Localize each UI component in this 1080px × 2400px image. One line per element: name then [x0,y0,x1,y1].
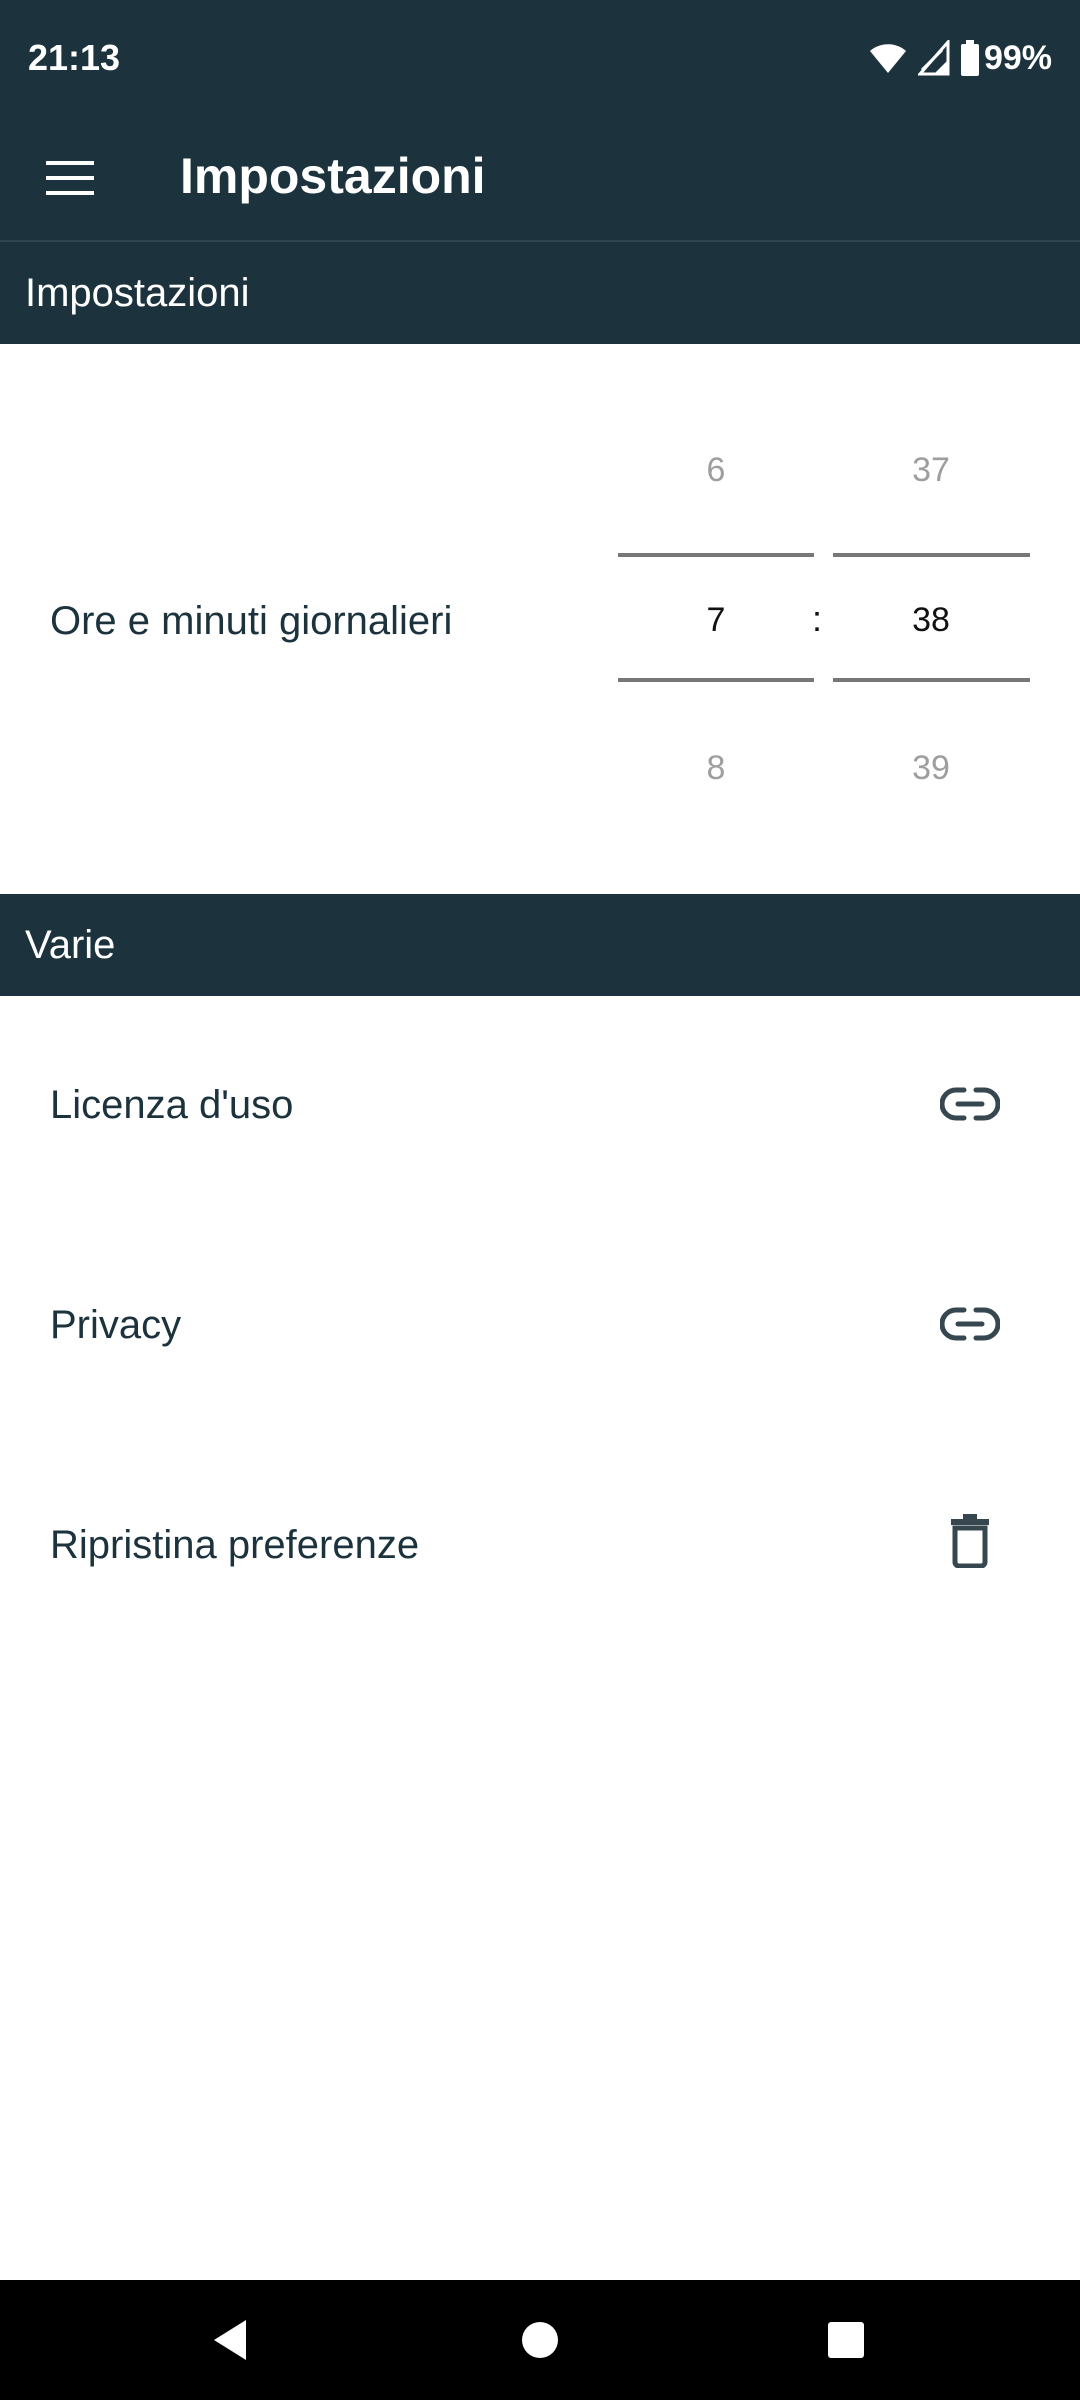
minutes-prev[interactable]: 37 [833,448,1029,492]
home-button[interactable] [510,2310,570,2370]
section-header-label: Impostazioni [25,271,250,315]
license-label: Licenza d'uso [50,1083,294,1127]
app-bar: Impostazioni [0,116,1080,240]
privacy-row[interactable]: Privacy [0,1216,1080,1436]
minutes-selected[interactable]: 38 [833,598,1029,642]
menu-button[interactable] [34,142,106,214]
hamburger-menu-icon [46,161,94,195]
battery-icon [960,40,980,76]
hours-selected[interactable]: 7 [618,598,814,642]
daily-time-label: Ore e minuti giornalieri [50,599,453,643]
battery-percent: 99% [983,38,1052,77]
trash-icon [934,1508,1006,1572]
hours-divider-bottom [618,678,814,682]
status-bar: 21:13 99% [0,0,1080,116]
license-row[interactable]: Licenza d'uso [0,996,1080,1216]
recents-button[interactable] [816,2310,876,2370]
minutes-divider-top [833,553,1030,557]
minutes-divider-bottom [833,678,1030,682]
page-title: Impostazioni [180,148,486,204]
hours-divider-top [618,553,814,557]
link-icon [934,1076,1006,1132]
settings-screen: 21:13 99% Impostazioni Impostazioni Ore … [0,0,1080,2400]
back-icon [214,2320,246,2360]
minutes-next[interactable]: 39 [833,746,1029,790]
signal-icon [917,40,950,76]
time-separator: : [812,598,823,639]
section-header-label: Varie [25,923,116,967]
system-nav-bar [0,2280,1080,2400]
section-header-misc: Varie [0,894,1080,996]
status-time: 21:13 [28,37,121,78]
back-button[interactable] [200,2310,260,2370]
reset-preferences-label: Ripristina preferenze [50,1523,420,1567]
wifi-icon [868,41,908,75]
privacy-label: Privacy [50,1303,182,1347]
status-icons: 99% [868,34,1052,82]
section-header-settings: Impostazioni [0,242,1080,344]
link-icon [934,1296,1006,1352]
home-icon [522,2322,558,2358]
hours-prev[interactable]: 6 [618,448,814,492]
recents-icon [828,2322,864,2358]
reset-preferences-row[interactable]: Ripristina preferenze [0,1436,1080,1656]
hours-next[interactable]: 8 [618,746,814,790]
